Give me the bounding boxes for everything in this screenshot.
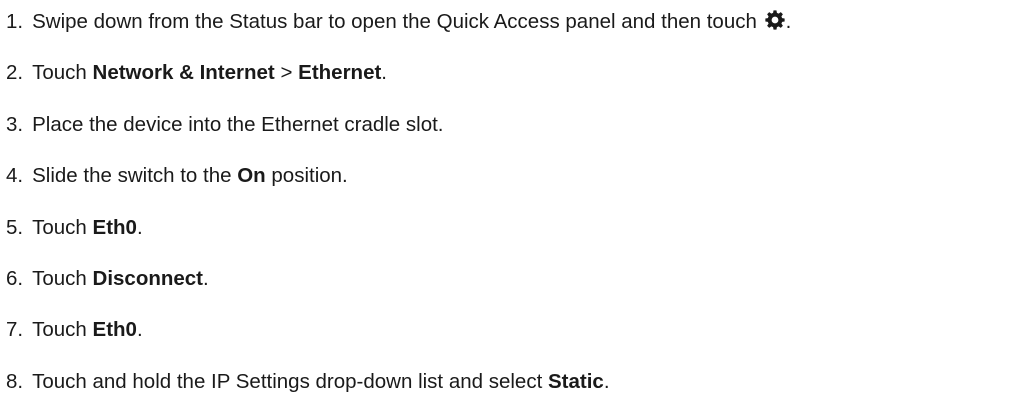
step-text-end: . bbox=[785, 10, 792, 33]
separator: > bbox=[274, 61, 299, 85]
step-2: 2. Touch Network & Internet > Ethernet. bbox=[6, 58, 791, 109]
step-text-end: . bbox=[136, 318, 143, 342]
step-number: 4. bbox=[6, 164, 24, 188]
option-eth0: Eth0 bbox=[92, 215, 137, 239]
menu-item-network-internet: Network & Internet bbox=[92, 61, 275, 85]
step-7: 7. Touch Eth0. bbox=[6, 315, 791, 366]
step-text: Touch bbox=[32, 215, 93, 239]
step-number: 8. bbox=[6, 369, 24, 393]
step-number: 5. bbox=[6, 215, 24, 239]
step-text: Slide the switch to the bbox=[32, 164, 238, 188]
option-static: Static bbox=[547, 369, 604, 393]
step-text-end: . bbox=[136, 215, 143, 239]
step-number: 1. bbox=[6, 10, 24, 33]
step-text: Touch and hold the IP Settings drop-down… bbox=[32, 369, 548, 393]
step-text: Touch bbox=[32, 266, 93, 290]
step-text: Touch bbox=[32, 318, 93, 342]
step-number: 6. bbox=[6, 266, 24, 290]
step-text-end: . bbox=[381, 61, 387, 85]
step-8: 8. Touch and hold the IP Settings drop-do… bbox=[6, 367, 791, 418]
step-number: 2. bbox=[6, 61, 24, 85]
step-3: 3. Place the device into the Ethernet cra… bbox=[6, 110, 791, 161]
step-text-end: . bbox=[603, 369, 610, 393]
step-text-end: position. bbox=[265, 164, 348, 188]
step-number: 7. bbox=[6, 318, 24, 342]
gear-icon bbox=[764, 9, 786, 31]
step-number: 3. bbox=[6, 112, 24, 136]
step-text: Touch bbox=[32, 61, 93, 85]
menu-item-ethernet: Ethernet bbox=[298, 61, 382, 85]
step-text: Place the device into the Ethernet cradl… bbox=[32, 112, 444, 136]
option-on: On bbox=[237, 164, 266, 188]
step-4: 4. Slide the switch to the On position. bbox=[6, 161, 791, 212]
option-eth0: Eth0 bbox=[92, 318, 137, 342]
step-text-end: . bbox=[203, 266, 209, 290]
step-1: 1. Swipe down from the Status bar to open… bbox=[6, 7, 791, 58]
step-text: Swipe down from the Status bar to open t… bbox=[32, 10, 763, 33]
step-5: 5. Touch Eth0. bbox=[6, 213, 791, 264]
step-6: 6. Touch Disconnect. bbox=[6, 264, 791, 315]
instruction-steps: 1. Swipe down from the Status bar to open… bbox=[6, 7, 791, 418]
option-disconnect: Disconnect bbox=[92, 266, 204, 290]
